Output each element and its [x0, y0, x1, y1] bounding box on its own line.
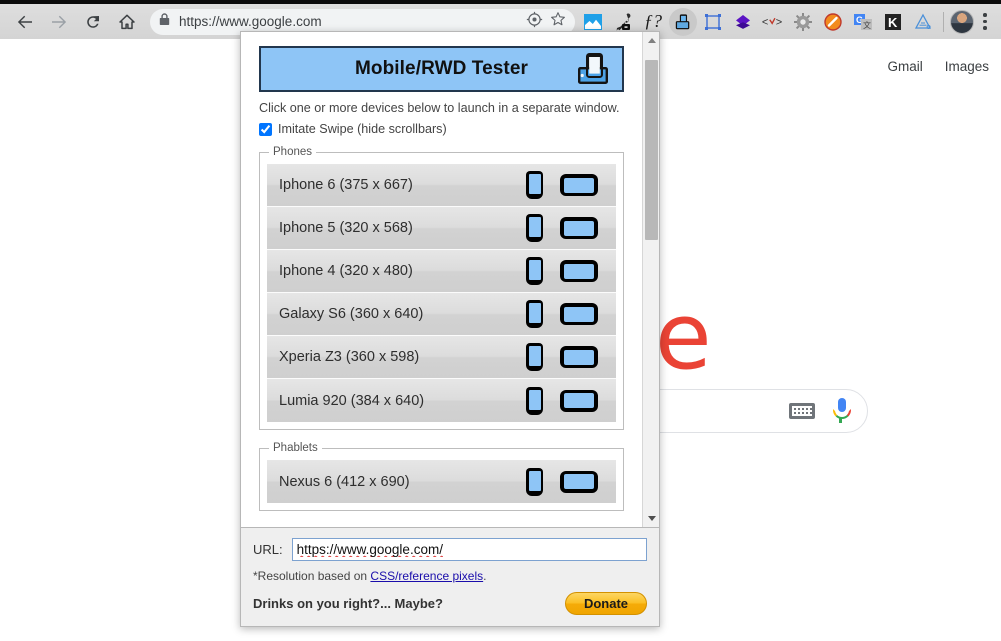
svg-text:K: K [888, 15, 898, 30]
popup-title: Mobile/RWD Tester [354, 58, 529, 79]
page-ruler-icon[interactable] [699, 8, 727, 36]
landscape-orientation-icon[interactable] [560, 389, 598, 412]
donate-row: Drinks on you right?... Maybe? Donate [253, 592, 647, 615]
location-target-icon[interactable] [526, 11, 543, 33]
mobile-rwd-tester-popup: Mobile/RWD Tester Click one or more devi… [240, 31, 660, 627]
portrait-orientation-icon[interactable] [526, 214, 543, 242]
back-arrow-icon[interactable] [10, 7, 40, 37]
group-phones: Phones Iphone 6 (375 x 667) Iphone 5 (32… [259, 146, 624, 430]
landscape-orientation-icon[interactable] [560, 346, 598, 368]
sketch-diamond-icon[interactable] [729, 8, 757, 36]
code-inspector-icon[interactable]: < > [759, 8, 787, 36]
device-row[interactable]: Iphone 4 (320 x 480) [267, 250, 616, 293]
device-row[interactable]: Nexus 6 (412 x 690) [267, 460, 616, 503]
popup-footer: URL: *Resolution based on CSS/reference … [241, 527, 659, 626]
voice-search-microphone-icon[interactable] [831, 398, 851, 424]
device-orientation-icons [526, 214, 616, 242]
device-orientation-icons [526, 257, 616, 285]
device-row[interactable]: Lumia 920 (384 x 640) [267, 379, 616, 422]
svg-text:文: 文 [863, 20, 871, 30]
portrait-orientation-icon[interactable] [526, 300, 543, 328]
popup-body: Mobile/RWD Tester Click one or more devi… [241, 32, 659, 527]
resolution-note: *Resolution based on CSS/reference pixel… [253, 569, 647, 583]
google-translate-icon[interactable]: G文 [849, 8, 877, 36]
landscape-orientation-icon[interactable] [560, 217, 598, 239]
scroll-up-arrow-icon[interactable] [643, 32, 659, 49]
donate-prompt: Drinks on you right?... Maybe? [253, 596, 443, 611]
settings-gear-icon[interactable] [789, 8, 817, 36]
address-bar-text: https://www.google.com [179, 14, 322, 29]
svg-text:<: < [762, 16, 768, 28]
scrollbar-thumb[interactable] [645, 60, 658, 240]
lock-icon [158, 12, 171, 31]
screen: https://www.google.com ƒ? < > G 文 K Gmai… [0, 0, 1001, 641]
device-label: Iphone 6 (375 x 667) [279, 177, 413, 193]
url-input[interactable] [291, 538, 647, 561]
kaspersky-k-icon[interactable]: K [879, 8, 907, 36]
imitate-swipe-row[interactable]: Imitate Swipe (hide scrollbars) [259, 122, 624, 136]
css-reference-pixels-link[interactable]: CSS/reference pixels [370, 569, 483, 583]
group-phablets: Phablets Nexus 6 (412 x 690) [259, 442, 624, 511]
device-orientation-icons [526, 467, 616, 496]
landscape-orientation-icon[interactable] [560, 260, 598, 282]
gmail-link[interactable]: Gmail [887, 59, 922, 74]
resolution-note-suffix: . [483, 569, 487, 583]
reload-icon[interactable] [78, 7, 108, 37]
mobile-rwd-tester-icon[interactable] [669, 7, 697, 36]
navigation-buttons [0, 7, 142, 37]
portrait-orientation-icon[interactable] [526, 171, 543, 199]
url-label: URL: [253, 542, 283, 557]
device-orientation-icons [526, 171, 616, 199]
imitate-swipe-label: Imitate Swipe (hide scrollbars) [278, 122, 447, 136]
landscape-orientation-icon[interactable] [560, 303, 598, 325]
forward-arrow-icon[interactable] [44, 7, 74, 37]
device-label: Nexus 6 (412 x 690) [279, 473, 410, 490]
bookmark-star-icon[interactable] [549, 10, 567, 33]
device-row[interactable]: Iphone 5 (320 x 568) [267, 207, 616, 250]
popup-instruction: Click one or more devices below to launc… [259, 101, 620, 115]
device-label: Iphone 5 (320 x 568) [279, 220, 413, 236]
device-orientation-icons [526, 343, 616, 371]
device-row[interactable]: Xperia Z3 (360 x 598) [267, 336, 616, 379]
google-header-links: Gmail Images [887, 59, 989, 74]
device-label: Galaxy S6 (360 x 640) [279, 306, 424, 322]
device-label: Xperia Z3 (360 x 598) [279, 349, 420, 365]
on-screen-keyboard-icon[interactable] [789, 403, 815, 419]
landscape-orientation-icon[interactable] [560, 470, 598, 493]
group-phablets-legend: Phablets [273, 442, 318, 454]
portrait-orientation-icon[interactable] [526, 257, 543, 285]
svg-text:>: > [776, 16, 782, 28]
imitate-swipe-checkbox[interactable] [259, 122, 272, 136]
popup-scrollbar[interactable] [642, 32, 659, 527]
orange-circle-icon[interactable] [819, 8, 847, 36]
device-row[interactable]: Galaxy S6 (360 x 640) [267, 293, 616, 336]
address-bar-actions [526, 10, 567, 33]
kebab-menu-icon[interactable] [974, 8, 996, 36]
landscape-orientation-icon[interactable] [560, 174, 598, 196]
portrait-orientation-icon[interactable] [526, 343, 543, 371]
device-orientation-icons [526, 386, 616, 415]
google-logo: e [655, 283, 712, 390]
popup-scroll-content: Mobile/RWD Tester Click one or more devi… [241, 32, 642, 527]
toolbar-divider [943, 11, 944, 32]
images-link[interactable]: Images [945, 59, 989, 74]
scroll-down-arrow-icon[interactable] [643, 510, 659, 527]
device-label: Lumia 920 (384 x 640) [279, 392, 425, 409]
device-label: Iphone 4 (320 x 480) [279, 263, 413, 279]
device-orientation-icons [526, 300, 616, 328]
portrait-orientation-icon[interactable] [526, 386, 543, 415]
triangle-analytics-icon[interactable] [909, 8, 937, 36]
group-phones-legend: Phones [273, 146, 313, 158]
popup-header: Mobile/RWD Tester [259, 46, 624, 92]
donate-button[interactable]: Donate [565, 592, 647, 615]
device-row[interactable]: Iphone 6 (375 x 667) [267, 164, 616, 207]
phone-tablet-icon [576, 53, 614, 87]
profile-avatar[interactable] [950, 9, 974, 34]
resolution-note-prefix: *Resolution based on [253, 569, 371, 583]
portrait-orientation-icon[interactable] [526, 467, 543, 496]
url-row: URL: [253, 538, 647, 561]
home-icon[interactable] [112, 7, 142, 37]
